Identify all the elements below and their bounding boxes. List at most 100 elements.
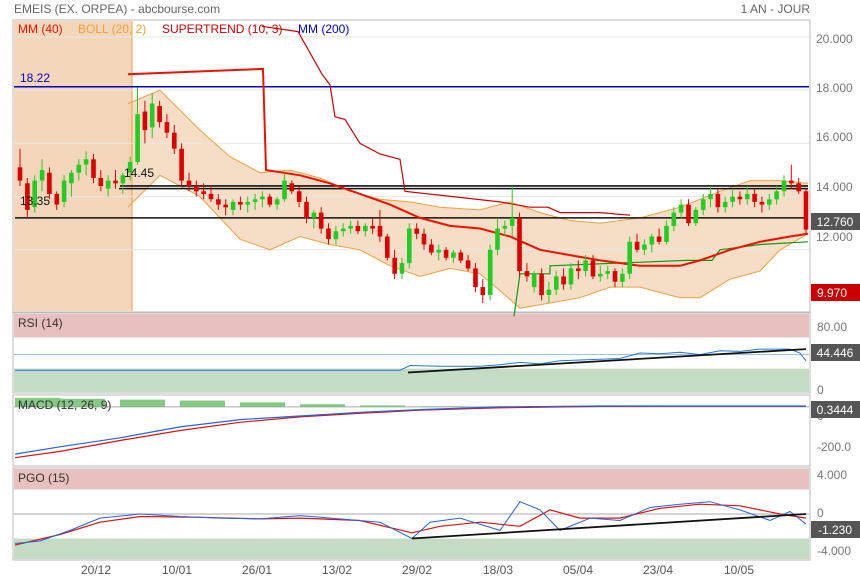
candle-body	[429, 244, 434, 253]
candle-body	[583, 260, 588, 271]
candle-body	[289, 183, 295, 192]
chart-period: 1 AN - JOUR	[741, 2, 811, 16]
candle-body	[759, 201, 765, 205]
candle-body	[208, 193, 214, 200]
candle-body	[245, 201, 250, 205]
candle-body	[76, 164, 82, 173]
pgo-upper-band	[14, 469, 809, 490]
pgo-tick-4: 4.000	[817, 468, 847, 482]
candle-body	[399, 263, 405, 274]
low-price-tag: 9.970	[817, 286, 847, 300]
candle-body	[546, 289, 552, 295]
candle-body	[105, 180, 111, 189]
candle-body	[179, 148, 184, 181]
macd-histogram-bar	[420, 406, 465, 407]
candle-body	[340, 228, 346, 232]
candle-body	[355, 225, 361, 232]
candle-body	[722, 201, 728, 208]
candle-body	[465, 260, 471, 269]
candle-body	[164, 122, 170, 133]
candle-body	[91, 159, 96, 178]
candle-body	[649, 236, 655, 245]
candle-body	[149, 103, 155, 128]
candle-body	[230, 201, 236, 210]
candle-body	[634, 241, 640, 250]
macd-label: MACD (12, 26, 9)	[18, 398, 111, 412]
candle-body	[509, 217, 515, 226]
candle-body	[678, 204, 684, 213]
candle-body	[517, 217, 522, 272]
candle-body	[69, 172, 74, 184]
candle-body	[686, 204, 691, 224]
macd-value-tag: 0.3444	[817, 403, 854, 417]
candle-body	[436, 249, 441, 253]
candle-body	[267, 196, 273, 205]
chart-root: EMEIS (EX. ORPEA) - abcbourse.com 1 AN -…	[0, 0, 860, 580]
candle-body	[61, 180, 67, 202]
legend-boll: BOLL (20, 2)	[78, 22, 146, 36]
candle-body	[693, 209, 699, 224]
last-price-tag: 12.760	[817, 215, 854, 229]
macd-histogram-bar	[240, 402, 285, 407]
macd-histogram-bar	[120, 399, 165, 407]
candle-body	[407, 228, 412, 264]
candle-body	[568, 268, 574, 285]
candle-body	[54, 193, 60, 205]
candle-body	[473, 268, 478, 287]
candle-body	[737, 196, 743, 200]
candle-body	[385, 236, 390, 258]
level-label-1335: 13.35	[20, 194, 50, 208]
candle-body	[348, 225, 353, 229]
x-label-2304: 23/04	[643, 563, 673, 577]
macd-tick-minus200: -200.0	[817, 440, 851, 454]
rsi-tick-80: 80.00	[817, 320, 847, 334]
candle-body	[443, 249, 449, 258]
candle-body	[39, 170, 45, 181]
candle-body	[796, 183, 801, 192]
candle-body	[282, 180, 287, 200]
candle-body	[524, 271, 530, 277]
candle-body	[17, 167, 23, 181]
candle-body	[502, 225, 508, 229]
candle-body	[612, 271, 618, 282]
candle-body	[745, 193, 750, 200]
candle-body	[708, 193, 713, 200]
price-tick-12: 12.000	[816, 230, 853, 244]
x-label-1005: 10/05	[724, 563, 754, 577]
pgo-tick-0: 0	[817, 506, 824, 520]
candle-body	[318, 212, 324, 229]
candle-body	[142, 111, 148, 131]
x-label-2601: 26/01	[242, 563, 272, 577]
candle-body	[789, 180, 794, 184]
rsi-label: RSI (14)	[18, 316, 63, 330]
candle-body	[554, 276, 559, 290]
chart-title: EMEIS (EX. ORPEA) - abcbourse.com	[14, 2, 220, 16]
candle-body	[98, 178, 104, 186]
chart-canvas: EMEIS (EX. ORPEA) - abcbourse.com 1 AN -…	[12, 2, 860, 577]
candle-body	[238, 201, 243, 205]
macd-histogram-bar	[300, 404, 345, 407]
candle-body	[113, 180, 118, 184]
price-tick-18: 18.000	[816, 81, 853, 95]
candle-body	[296, 191, 302, 202]
price-tick-14: 14.000	[816, 180, 853, 194]
macd-histogram-bar	[360, 405, 405, 407]
price-tick-16: 16.000	[816, 130, 853, 144]
candle-body	[671, 212, 677, 226]
bollinger-lead-fill	[14, 21, 132, 311]
pgo-lower-band	[14, 538, 809, 559]
candle-body	[311, 212, 317, 218]
candle-body	[252, 199, 258, 202]
pgo-tick-minus4: -4.000	[817, 544, 851, 558]
x-label-2012: 20/12	[81, 563, 111, 577]
candle-body	[201, 191, 206, 194]
candle-body	[370, 225, 375, 229]
x-label-1001: 10/01	[162, 563, 192, 577]
candle-body	[656, 236, 662, 242]
rsi-tick-0: 0	[817, 383, 824, 397]
candle-body	[627, 241, 632, 274]
candle-body	[304, 201, 309, 218]
candle-body	[47, 172, 52, 194]
candle-body	[83, 159, 89, 165]
candle-body	[333, 231, 339, 240]
